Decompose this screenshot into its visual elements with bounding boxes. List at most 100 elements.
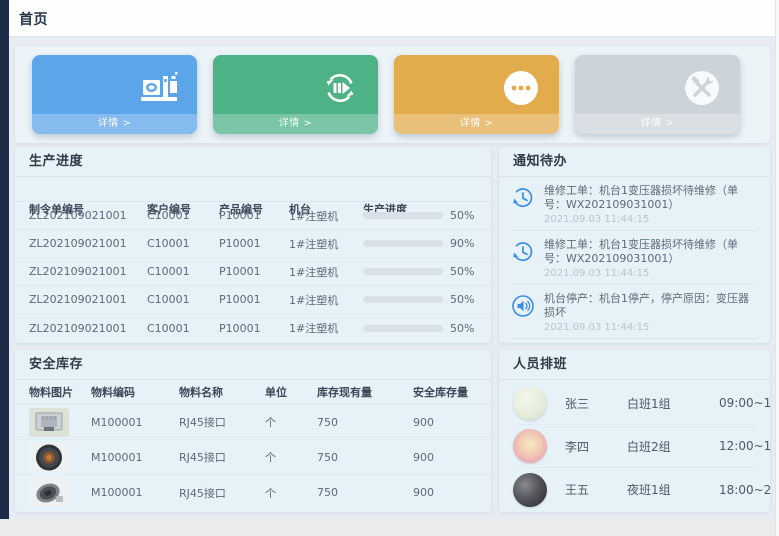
shift-group: 白班1组 — [627, 395, 719, 412]
tools-icon — [682, 68, 724, 106]
notification-item[interactable]: 机台停产：机台1停产，停产原因：变压器损坏 2021.09.03 11:44:1… — [511, 285, 758, 339]
card-total-machines[interactable]: 26 总机台数量 — [32, 55, 197, 134]
notification-item[interactable]: 维修工单：机台1变压器损坏待维修（单号：WX202109031001） 2021… — [511, 177, 758, 231]
machine-name: 1#注塑机 — [289, 264, 363, 280]
card-running[interactable]: 20 运行中 — [213, 55, 378, 134]
order-no: ZL202109021001 — [29, 265, 147, 278]
avatar — [513, 429, 547, 463]
machine-name: 1#注塑机 — [289, 236, 363, 252]
customer-no: C10001 — [147, 322, 219, 335]
progress-bar: 50% — [363, 322, 491, 335]
inventory-row[interactable]: M100001 RJ45接口 个 750 900 — [15, 440, 491, 475]
material-code: M100001 — [91, 486, 179, 499]
safety-stock-title: 安全库存 — [15, 350, 491, 380]
tab-home[interactable]: 首页 — [19, 9, 48, 29]
shift-group: 白班2组 — [627, 438, 719, 455]
production-row[interactable]: ZL202109021001 C10001 P10001 1#注塑机 90% 2… — [15, 230, 491, 258]
product-no: P10001 — [219, 265, 289, 278]
production-row[interactable]: ZL202109021001 C10001 P10001 1#注塑机 50% 2… — [15, 258, 491, 286]
card-running-detail-link[interactable]: 详情 > — [213, 114, 378, 134]
customer-no: C10001 — [147, 293, 219, 306]
shift-time: 12:00~16:00 — [719, 439, 770, 453]
rj45-connector-image — [29, 408, 69, 437]
notification-item[interactable]: 维修工单：机台1变压器损坏待维修（单号：WX202109031001） 2021… — [511, 231, 758, 285]
clock-icon — [511, 186, 535, 210]
safety-stock: 900 — [413, 416, 477, 429]
safety-stock-panel: 安全库存 物料图片 物料编码 物料名称 单位 库存现有量 安全库存量 — [15, 350, 491, 512]
notification-time: 2021.09.03 11:44:15 — [544, 214, 758, 225]
customer-no: C10001 — [147, 265, 219, 278]
personnel-schedule-title: 人员排班 — [499, 350, 770, 380]
col-material-code: 物料编码 — [91, 384, 179, 400]
order-no: ZL202109021001 — [29, 237, 147, 250]
unit: 个 — [265, 414, 317, 430]
speaker-driver-image — [29, 478, 69, 507]
order-no: ZL202109021001 — [29, 293, 147, 306]
progress-bar: 50% — [363, 265, 491, 278]
running-icon — [320, 68, 362, 106]
notification-text: 维修工单：机台1变压器损坏待维修（单号：WX202109031001） — [544, 184, 758, 212]
ellipsis-icon — [501, 68, 543, 106]
current-stock: 750 — [317, 486, 413, 499]
speaker-icon — [511, 294, 535, 318]
material-name: RJ45接口 — [179, 414, 265, 430]
stat-cards-panel: 26 总机台数量 — [15, 46, 770, 143]
notifications-title: 通知待办 — [499, 147, 770, 177]
clock-icon — [511, 240, 535, 264]
notification-text: 机台停产：机台1停产，停产原因：变压器损坏 — [544, 292, 758, 320]
worker-name: 李四 — [565, 438, 627, 455]
schedule-row[interactable]: 张三 白班1组 09:00~12:00 — [513, 382, 756, 425]
sidebar-strip — [0, 0, 9, 519]
dashboard-window: 首页 26 总机台数量 — [0, 0, 775, 519]
product-no: P10001 — [219, 322, 289, 335]
production-row[interactable]: ZL202109021001 C10001 P10001 1#注塑机 50% 2… — [15, 286, 491, 314]
material-code: M100001 — [91, 416, 179, 429]
shift-group: 夜班1组 — [627, 481, 719, 498]
inventory-row[interactable]: M100001 RJ45接口 个 750 900 — [15, 405, 491, 440]
material-name: RJ45接口 — [179, 485, 265, 501]
material-name: RJ45接口 — [179, 449, 265, 465]
col-current-stock: 库存现有量 — [317, 384, 413, 400]
schedule-row[interactable]: 李四 白班2组 12:00~16:00 — [513, 425, 756, 468]
machine-name: 1#注塑机 — [289, 292, 363, 308]
avatar — [513, 386, 547, 420]
window-edge — [775, 0, 779, 536]
personnel-schedule-panel: 人员排班 张三 白班1组 09:00~12:00 李四 白班2组 12:00~1… — [499, 350, 770, 512]
unit: 个 — [265, 485, 317, 501]
product-no: P10001 — [219, 209, 289, 222]
notification-item[interactable]: 计划暂停：机台1生产计划已暂停 2021.09.03 11:44:15 — [511, 339, 758, 343]
machine-name: 1#注塑机 — [289, 208, 363, 224]
inventory-row[interactable]: M100001 RJ45接口 个 750 900 — [15, 475, 491, 510]
customer-no: C10001 — [147, 209, 219, 222]
machine-icon — [139, 68, 181, 106]
card-fault-detail-link[interactable]: 详情 > — [575, 114, 740, 134]
col-material-image: 物料图片 — [29, 384, 91, 400]
production-table-header: 制令单编号 客户编号 产品编号 机台 生产进度 交货日期 — [15, 177, 491, 202]
card-pending[interactable]: 5 待产 详情 > — [394, 55, 559, 134]
card-fault[interactable]: 1 故障 — [575, 55, 740, 134]
product-no: P10001 — [219, 237, 289, 250]
order-no: ZL202109021001 — [29, 209, 147, 222]
worker-name: 张三 — [565, 395, 627, 412]
tab-bar: 首页 — [9, 0, 775, 37]
col-unit: 单位 — [265, 384, 317, 400]
safety-stock: 900 — [413, 451, 477, 464]
col-safety-stock: 安全库存量 — [413, 384, 477, 400]
progress-bar: 90% — [363, 237, 491, 250]
dashboard-content: 26 总机台数量 — [9, 38, 775, 519]
round-speaker-image — [29, 443, 69, 472]
notification-text: 维修工单：机台1变压器损坏待维修（单号：WX202109031001） — [544, 238, 758, 266]
production-progress-title: 生产进度 — [15, 147, 491, 177]
shift-time: 09:00~12:00 — [719, 396, 770, 410]
schedule-row[interactable]: 王五 夜班1组 18:00~24:00 — [513, 468, 756, 511]
card-total-machines-detail-link[interactable]: 详情 > — [32, 114, 197, 134]
card-pending-detail-link[interactable]: 详情 > — [394, 114, 559, 134]
progress-bar: 50% — [363, 293, 491, 306]
notification-time: 2021.09.03 11:44:15 — [544, 322, 758, 333]
production-row[interactable]: ZL202109021001 C10001 P10001 1#注塑机 50% 2… — [15, 314, 491, 342]
product-no: P10001 — [219, 293, 289, 306]
inventory-table-header: 物料图片 物料编码 物料名称 单位 库存现有量 安全库存量 — [15, 380, 491, 405]
shift-time: 18:00~24:00 — [719, 483, 770, 497]
notification-time: 2021.09.03 11:44:15 — [544, 268, 758, 279]
material-code: M100001 — [91, 451, 179, 464]
